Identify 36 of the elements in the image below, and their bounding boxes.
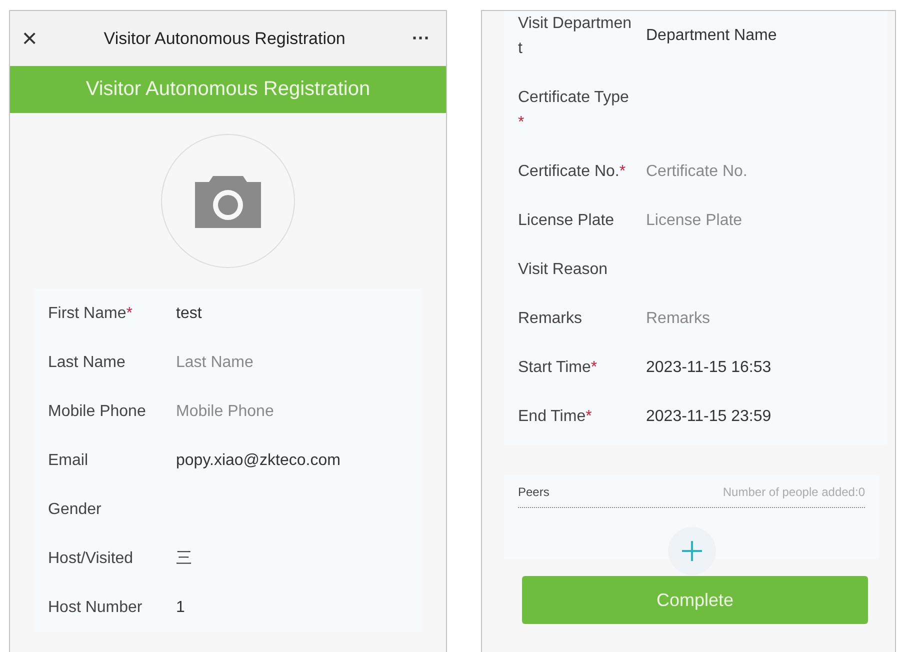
field-label: Certificate Type *	[518, 88, 630, 133]
input-field[interactable]: 1	[176, 598, 386, 616]
field-label: Start Time*	[518, 358, 598, 378]
field-label: Certificate No.*	[518, 162, 627, 182]
field-label: First Name*	[48, 304, 134, 324]
window-title: Visitor Autonomous Registration	[104, 28, 346, 48]
plus-icon	[680, 540, 702, 562]
input-field[interactable]: License Plate	[646, 212, 856, 230]
field-label: Mobile Phone	[48, 402, 147, 422]
input-field[interactable]: Remarks	[646, 310, 856, 328]
input-field[interactable]: test	[176, 304, 386, 322]
field-label: Host Number	[48, 598, 144, 618]
more-button[interactable]: ···	[412, 28, 430, 49]
field-label: Remarks	[518, 309, 584, 329]
close-button[interactable]: ×	[22, 23, 38, 54]
input-field[interactable]: Department Name	[646, 27, 856, 45]
field-label: Host/Visited	[48, 549, 134, 569]
field-label: Visit Reason	[518, 260, 609, 280]
input-field[interactable]: 2023-11-15 16:53	[646, 358, 856, 376]
input-field[interactable]: 三	[176, 550, 386, 568]
input-field[interactable]: 2023-11-15 23:59	[646, 408, 856, 426]
input-field[interactable]: Certificate No.	[646, 162, 856, 180]
input-field[interactable]: popy.xiao@zkteco.com	[176, 452, 386, 470]
field-label: License Plate	[518, 211, 616, 231]
field-label: Gender	[48, 500, 102, 520]
add-peer-button[interactable]	[668, 527, 716, 575]
input-field[interactable]: Mobile Phone	[176, 402, 386, 420]
peers-label: Peers	[518, 485, 550, 499]
field-label: Visit Department	[518, 14, 633, 59]
peers-count: Number of people added:0	[722, 485, 865, 499]
field-label: Last Name	[48, 353, 126, 373]
photo-upload-button[interactable]	[161, 134, 295, 268]
page-banner: Visitor Autonomous Registration	[10, 66, 446, 113]
input-field[interactable]: Last Name	[176, 354, 386, 372]
field-label: End Time*	[518, 407, 593, 427]
field-label: Email	[48, 451, 90, 471]
